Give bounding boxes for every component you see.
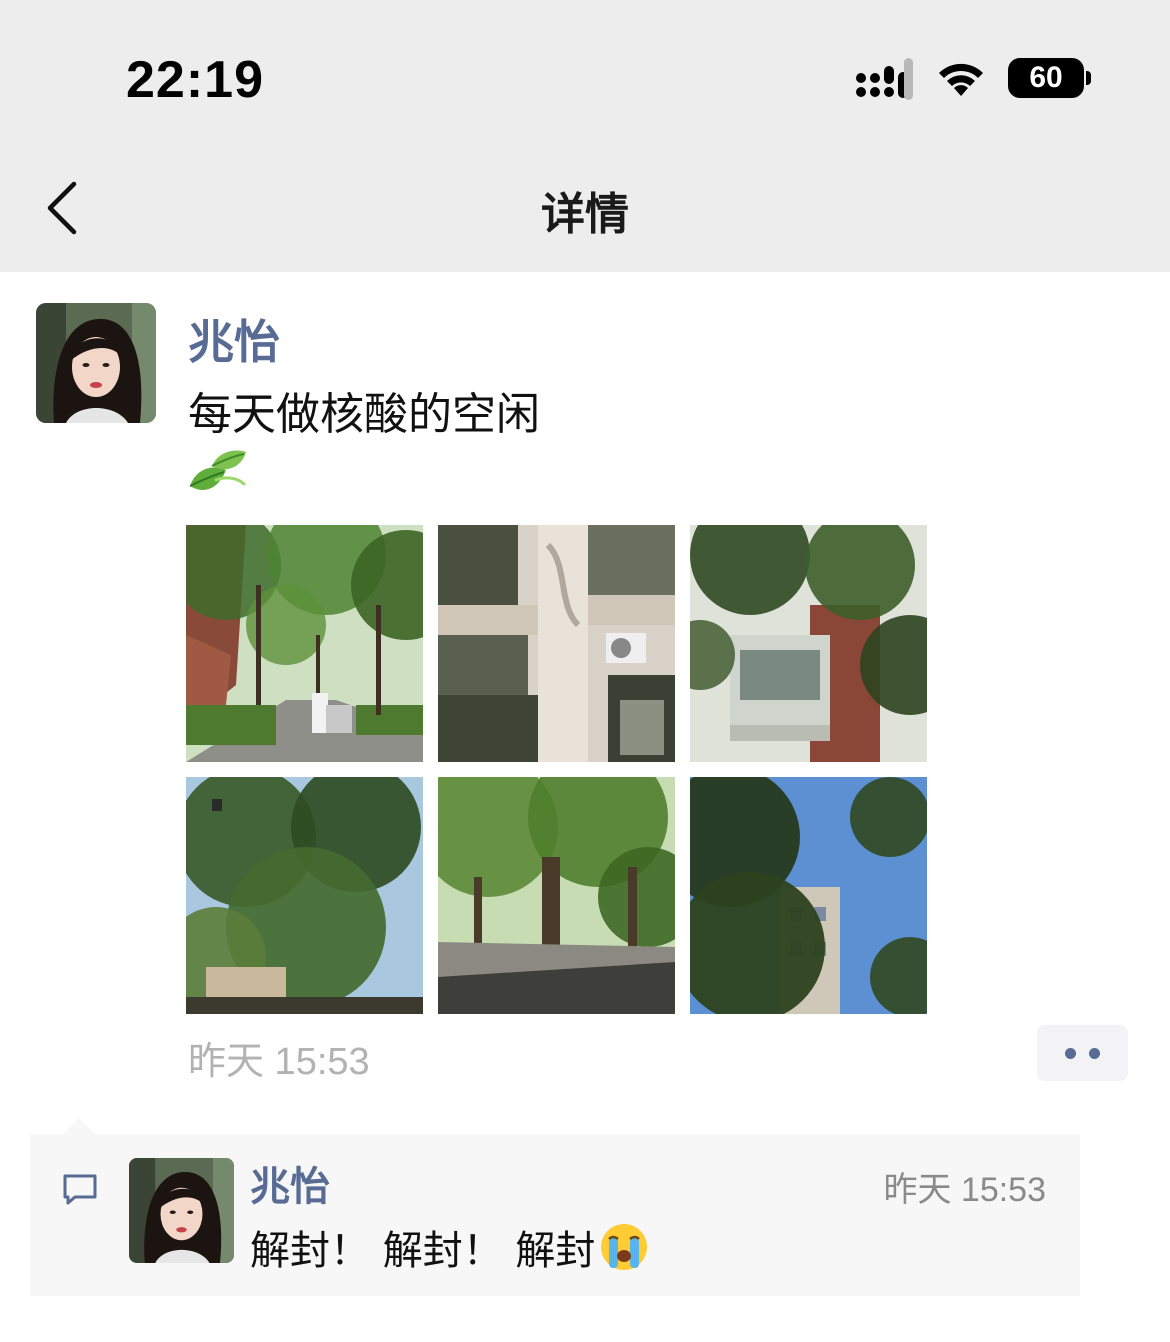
photo-balcony-and-trees[interactable] xyxy=(690,525,927,762)
comment-author[interactable]: 兆怡 xyxy=(250,1154,330,1212)
top-bar: 22:19 60 详情 xyxy=(0,0,1170,272)
photo-park-trees[interactable] xyxy=(438,777,675,1014)
comment-icon xyxy=(63,1174,97,1205)
post-text: 每天做核酸的空闲 xyxy=(188,389,540,440)
moments-detail-page: 22:19 60 详情 兆怡 每天做核酸的空闲 昨天 15:53 兆怡 昨天 1… xyxy=(0,0,1170,1342)
photo-building-balconies[interactable] xyxy=(438,525,675,762)
battery-icon: 60 xyxy=(1008,58,1084,98)
crying-face-icon xyxy=(601,1224,648,1270)
signal-icon xyxy=(856,58,913,100)
battery-tip xyxy=(1086,71,1091,85)
dot-icon xyxy=(1065,1048,1076,1059)
photo-tree-canopy-sky[interactable] xyxy=(186,777,423,1014)
comment-time: 昨天 15:53 xyxy=(883,1171,1046,1209)
avatar[interactable] xyxy=(36,303,156,423)
comment-text: 解封！ 解封！ 解封 xyxy=(250,1218,649,1276)
more-actions-button[interactable] xyxy=(1037,1025,1128,1081)
comment-box-notch xyxy=(62,1118,96,1135)
post-timestamp: 昨天 15:53 xyxy=(188,1041,370,1083)
photo-trees-and-building[interactable] xyxy=(690,777,927,1014)
photo-street-with-workers[interactable] xyxy=(186,525,423,762)
page-title: 详情 xyxy=(541,189,629,240)
comments-section: 兆怡 昨天 15:53 解封！ 解封！ 解封 xyxy=(30,1134,1080,1296)
author-name[interactable]: 兆怡 xyxy=(188,306,280,372)
avatar[interactable] xyxy=(129,1158,234,1263)
status-time: 22:19 xyxy=(126,51,264,109)
leaf-icon xyxy=(189,450,246,491)
comment-text-content: 解封！ 解封！ 解封 xyxy=(250,1228,596,1274)
dot-icon xyxy=(1089,1048,1100,1059)
wifi-icon xyxy=(939,63,983,96)
